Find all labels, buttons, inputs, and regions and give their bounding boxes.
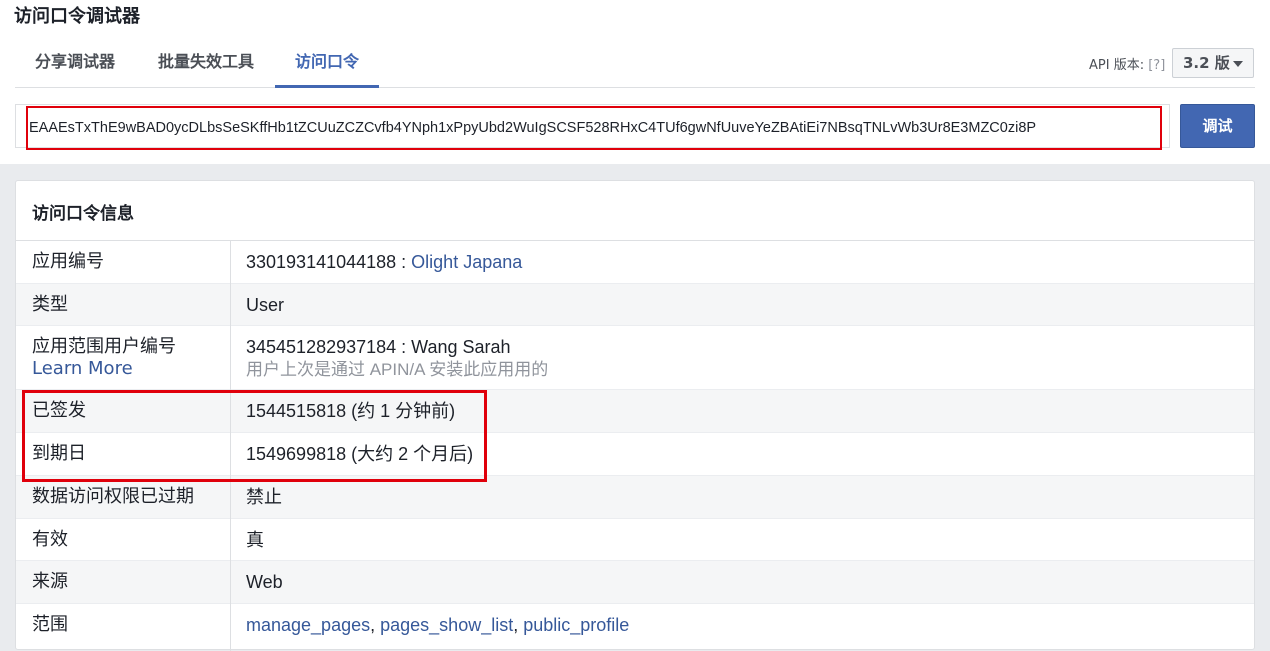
page-title: 访问口令调试器 xyxy=(14,6,140,27)
column-divider xyxy=(230,241,231,651)
info-row-app-id: 应用编号 330193141044188 : Olight Japana xyxy=(16,241,1254,284)
token-input-wrapper xyxy=(15,104,1170,150)
scope-separator: , xyxy=(370,615,381,635)
issued-value: 1544515818 (约 1 分钟前) xyxy=(246,401,456,421)
valid-value: 真 xyxy=(246,530,264,550)
info-row-issued: 已签发 1544515818 (约 1 分钟前) xyxy=(16,390,1254,433)
origin-value: Web xyxy=(246,572,283,592)
info-row-scoped-user-id: 应用范围用户编号 Learn More 345451282937184 : Wa… xyxy=(16,326,1254,390)
api-version-text: API 版本: xyxy=(1089,58,1145,73)
debug-button[interactable]: 调试 xyxy=(1180,104,1255,148)
row-label: 有效 xyxy=(32,529,68,550)
scope-link-pages-show-list[interactable]: pages_show_list xyxy=(380,615,513,635)
info-row-valid: 有效 真 xyxy=(16,519,1254,561)
row-label: 数据访问权限已过期 xyxy=(32,486,194,507)
row-label: 范围 xyxy=(32,614,68,635)
scopes-value: manage_pages, pages_show_list, public_pr… xyxy=(246,614,629,636)
row-label: 类型 xyxy=(32,294,68,315)
panel-title: 访问口令信息 xyxy=(32,204,134,224)
info-row-data-access-expired: 数据访问权限已过期 禁止 xyxy=(16,476,1254,519)
row-value: 330193141044188 : Olight Japana xyxy=(246,251,522,273)
data-access-value: 禁止 xyxy=(246,487,282,507)
row-label: 来源 xyxy=(32,571,68,592)
caret-down-icon xyxy=(1233,61,1243,67)
api-version-value: 3.2 版 xyxy=(1183,54,1230,72)
info-row-origin: 来源 Web xyxy=(16,561,1254,604)
scope-link-manage-pages[interactable]: manage_pages xyxy=(246,615,370,635)
row-label: 应用编号 xyxy=(32,251,104,272)
learn-more-link[interactable]: Learn More xyxy=(32,358,133,379)
api-help-link[interactable]: [?] xyxy=(1148,58,1165,73)
scoped-user-id-label: 应用范围用户编号 xyxy=(32,336,176,357)
row-label: 已签发 xyxy=(32,400,86,421)
install-note: 用户上次是通过 APIN/A 安装此应用用的 xyxy=(246,360,549,379)
app-name-link[interactable]: Olight Japana xyxy=(411,252,522,272)
app-id-value: 330193141044188 : xyxy=(246,252,412,272)
info-row-expires: 到期日 1549699818 (大约 2 个月后) xyxy=(16,433,1254,476)
expires-value: 1549699818 (大约 2 个月后) xyxy=(246,444,474,464)
row-value: 345451282937184 : Wang Sarah 用户上次是通过 API… xyxy=(246,336,548,381)
tab-access-token[interactable]: 访问口令 xyxy=(275,42,379,88)
scope-separator: , xyxy=(513,615,524,635)
api-version-select[interactable]: 3.2 版 xyxy=(1172,48,1254,78)
info-row-type: 类型 User xyxy=(16,284,1254,326)
scope-link-public-profile[interactable]: public_profile xyxy=(523,615,629,635)
token-info-panel: 访问口令信息 应用编号 330193141044188 : Olight Jap… xyxy=(15,180,1255,651)
api-version-label: API 版本: [?] xyxy=(1089,54,1165,73)
access-token-input[interactable] xyxy=(26,106,1162,150)
row-label: 到期日 xyxy=(32,443,86,464)
info-row-scopes: 范围 manage_pages, pages_show_list, public… xyxy=(16,604,1254,651)
tab-batch-invalidator[interactable]: 批量失效工具 xyxy=(137,42,275,88)
top-section: 访问口令调试器 分享调试器 批量失效工具 访问口令 API 版本: [?] 3.… xyxy=(0,0,1270,164)
scoped-user-id-value: 345451282937184 : Wang Sarah xyxy=(246,337,511,357)
tab-bar: 分享调试器 批量失效工具 访问口令 xyxy=(15,42,1255,88)
row-label: 应用范围用户编号 Learn More xyxy=(32,336,176,380)
tab-sharing-debugger[interactable]: 分享调试器 xyxy=(15,42,135,88)
type-link[interactable]: User xyxy=(246,294,284,316)
